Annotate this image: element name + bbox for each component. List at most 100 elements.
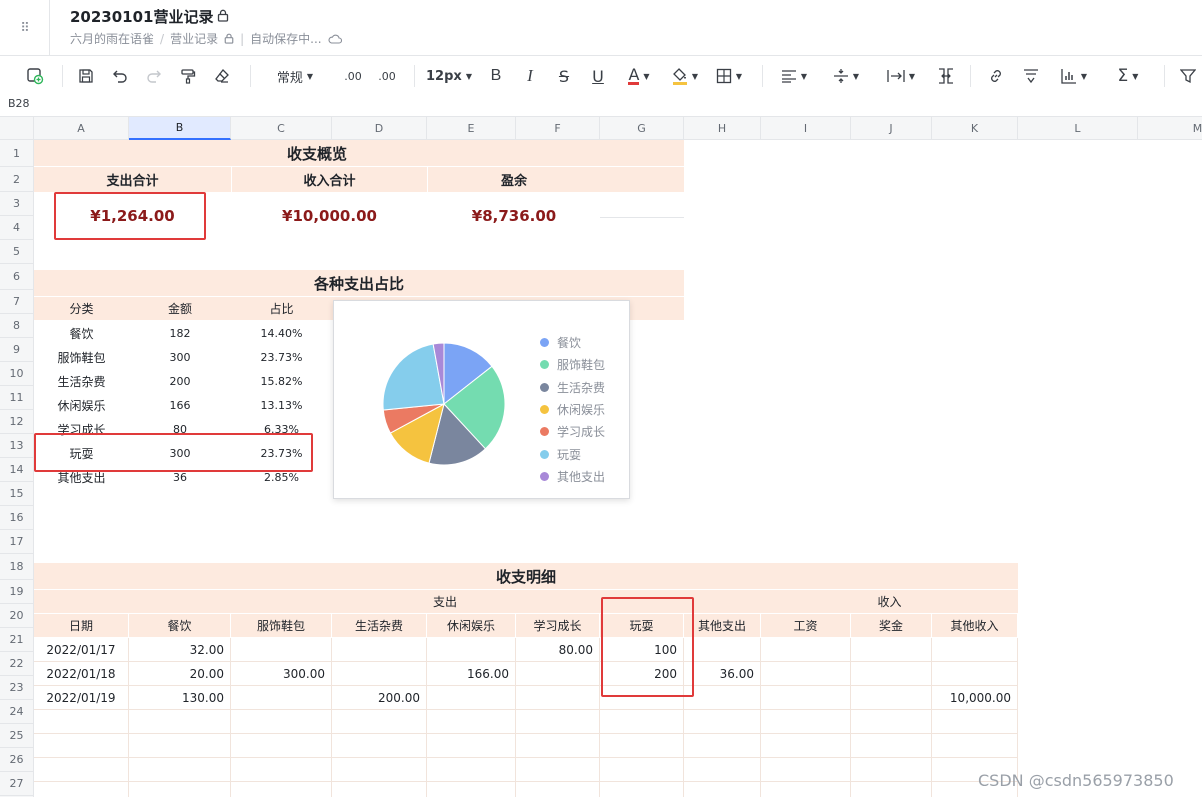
column-header-k[interactable]: K: [932, 117, 1018, 140]
share-category-cell[interactable]: 餐饮: [34, 321, 129, 345]
column-header-f[interactable]: F: [516, 117, 600, 140]
row-header-18[interactable]: 18: [0, 554, 33, 580]
app-menu-icon[interactable]: ⠿: [0, 0, 50, 56]
row-header-27[interactable]: 27: [0, 772, 33, 796]
link-icon[interactable]: [984, 57, 1008, 95]
row-header-16[interactable]: 16: [0, 506, 33, 530]
detail-value-cell[interactable]: [332, 662, 426, 685]
column-header-h[interactable]: H: [684, 117, 761, 140]
detail-value-cell[interactable]: [851, 662, 931, 685]
row-header-21[interactable]: 21: [0, 628, 33, 652]
row-header-5[interactable]: 5: [0, 240, 33, 264]
detail-value-cell[interactable]: [684, 686, 760, 709]
detail-value-cell[interactable]: [332, 638, 426, 661]
fill-color-icon[interactable]: ▼: [666, 57, 704, 95]
font-size-select[interactable]: 12px ▼: [426, 57, 472, 95]
border-icon[interactable]: ▼: [710, 57, 748, 95]
detail-value-cell[interactable]: [932, 638, 1017, 661]
column-header-l[interactable]: L: [1018, 117, 1138, 140]
detail-date-cell[interactable]: 2022/01/19: [34, 686, 128, 709]
bold-button[interactable]: B: [484, 57, 508, 95]
decrease-decimal-button[interactable]: .00: [340, 57, 366, 95]
detail-value-cell[interactable]: [427, 686, 515, 709]
row-header-4[interactable]: 4: [0, 216, 33, 240]
column-header-a[interactable]: A: [34, 117, 129, 140]
save-icon[interactable]: [74, 57, 98, 95]
legend-item[interactable]: 休闲娱乐: [540, 401, 605, 418]
breadcrumb-book[interactable]: 营业记录: [170, 30, 218, 47]
strikethrough-button[interactable]: S: [552, 57, 576, 95]
share-amount-cell[interactable]: 200: [129, 369, 231, 393]
row-header-13[interactable]: 13: [0, 434, 33, 458]
share-category-cell[interactable]: 服饰鞋包: [34, 345, 129, 369]
share-category-cell[interactable]: 生活杂费: [34, 369, 129, 393]
detail-value-cell[interactable]: 166.00: [427, 662, 515, 685]
share-ratio-cell[interactable]: 23.73%: [231, 345, 332, 369]
detail-value-cell[interactable]: 32.00: [129, 638, 230, 661]
share-amount-cell[interactable]: 300: [129, 345, 231, 369]
align-left-icon[interactable]: ▼: [774, 57, 814, 95]
detail-value-cell[interactable]: [851, 638, 931, 661]
row-header-24[interactable]: 24: [0, 700, 33, 724]
row-header-17[interactable]: 17: [0, 530, 33, 554]
detail-value-cell[interactable]: 200.00: [332, 686, 426, 709]
detail-date-cell[interactable]: 2022/01/17: [34, 638, 128, 661]
column-header-i[interactable]: I: [761, 117, 851, 140]
breadcrumb-owner[interactable]: 六月的雨在语雀: [70, 30, 154, 47]
legend-item[interactable]: 玩耍: [540, 446, 581, 463]
detail-value-cell[interactable]: [516, 662, 599, 685]
legend-item[interactable]: 服饰鞋包: [540, 356, 605, 373]
detail-value-cell[interactable]: [761, 638, 850, 661]
detail-value-cell[interactable]: [516, 686, 599, 709]
detail-date-cell[interactable]: 2022/01/18: [34, 662, 128, 685]
font-color-button[interactable]: A ▼: [620, 57, 658, 95]
detail-value-cell[interactable]: [427, 638, 515, 661]
column-header-c[interactable]: C: [231, 117, 332, 140]
share-ratio-cell[interactable]: 14.40%: [231, 321, 332, 345]
column-header-e[interactable]: E: [427, 117, 516, 140]
merge-cells-icon[interactable]: [934, 57, 958, 95]
row-header-9[interactable]: 9: [0, 338, 33, 362]
detail-value-cell[interactable]: [851, 686, 931, 709]
surplus-value[interactable]: ¥8,736.00: [428, 192, 600, 240]
row-header-20[interactable]: 20: [0, 604, 33, 628]
row-header-22[interactable]: 22: [0, 652, 33, 676]
select-all-corner[interactable]: [0, 117, 34, 140]
column-header-g[interactable]: G: [600, 117, 684, 140]
legend-item[interactable]: 餐饮: [540, 334, 581, 351]
expense-pie-chart[interactable]: 餐饮 服饰鞋包 生活杂费 休闲娱乐 学习成长 玩耍 其他支出: [333, 300, 630, 499]
clear-format-icon[interactable]: [210, 57, 234, 95]
detail-value-cell[interactable]: 80.00: [516, 638, 599, 661]
row-header-7[interactable]: 7: [0, 290, 33, 314]
row-header-6[interactable]: 6: [0, 264, 33, 290]
detail-value-cell[interactable]: [231, 686, 331, 709]
column-header-b[interactable]: B: [129, 117, 231, 140]
insert-icon[interactable]: [22, 57, 48, 95]
row-header-2[interactable]: 2: [0, 167, 33, 192]
detail-value-cell[interactable]: 20.00: [129, 662, 230, 685]
row-header-3[interactable]: 3: [0, 192, 33, 216]
underline-button[interactable]: U: [586, 57, 610, 95]
row-header-25[interactable]: 25: [0, 724, 33, 748]
share-amount-cell[interactable]: 166: [129, 393, 231, 417]
column-header-m[interactable]: M: [1138, 117, 1202, 140]
detail-value-cell[interactable]: 36.00: [684, 662, 760, 685]
detail-value-cell[interactable]: 130.00: [129, 686, 230, 709]
column-header-j[interactable]: J: [851, 117, 932, 140]
share-ratio-cell[interactable]: 13.13%: [231, 393, 332, 417]
share-amount-cell[interactable]: 182: [129, 321, 231, 345]
detail-value-cell[interactable]: [932, 662, 1017, 685]
row-header-1[interactable]: 1: [0, 140, 33, 167]
column-header-d[interactable]: D: [332, 117, 427, 140]
document-title[interactable]: 20230101营业记录: [70, 6, 214, 27]
name-box[interactable]: B28: [8, 97, 30, 110]
detail-value-cell[interactable]: [761, 662, 850, 685]
format-painter-icon[interactable]: [176, 57, 200, 95]
share-ratio-cell[interactable]: 15.82%: [231, 369, 332, 393]
row-header-14[interactable]: 14: [0, 458, 33, 482]
chart-icon[interactable]: ▼: [1054, 57, 1094, 95]
increase-decimal-button[interactable]: .00: [374, 57, 400, 95]
filter-rows-icon[interactable]: [1018, 57, 1044, 95]
legend-item[interactable]: 学习成长: [540, 423, 605, 440]
vertical-align-icon[interactable]: ▼: [826, 57, 866, 95]
